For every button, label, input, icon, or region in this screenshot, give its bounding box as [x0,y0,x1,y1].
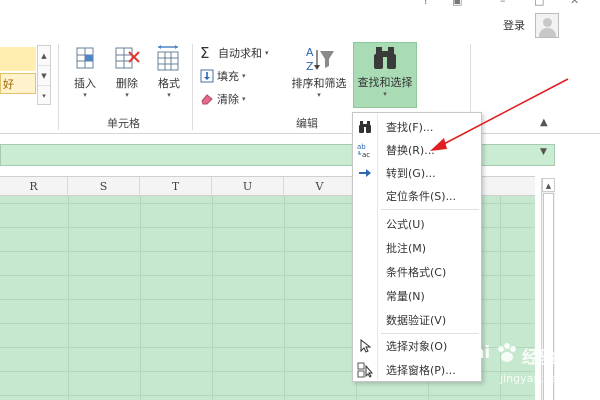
chevron-down-icon: ▾ [125,91,129,99]
svg-text:ac: ac [362,151,370,158]
login-link[interactable]: 登录 [503,17,525,33]
binoculars-icon [353,120,377,134]
menu-item-label: 批注(M) [386,241,427,255]
menu-item-label: 选择窗格(P)... [386,363,456,377]
svg-text:Z: Z [306,60,314,73]
select-objects-icon [353,338,377,353]
column-header-R[interactable]: R [0,177,68,196]
gallery-down-icon[interactable]: ▼ [38,66,50,86]
find-select-button[interactable]: 查找和选择 ▾ [353,42,417,108]
chevron-down-icon: ▾ [265,49,269,57]
menu-separator [381,209,479,210]
paw-icon [498,343,516,362]
chevron-down-icon: ▾ [242,72,246,80]
eraser-icon [201,94,213,105]
menu-item-label: 常量(N) [386,289,425,303]
avatar[interactable] [535,13,559,38]
editing-group-label: 编辑 [296,117,318,130]
fill-label: 填充 [217,70,239,83]
menu-item-comments[interactable]: 批注(M) [353,236,481,259]
sort-filter-icon: A Z [306,46,334,73]
delete-label: 删除 [116,77,138,90]
find-select-menu: 查找(F)... ab ac 替换(R)... 转到(G)... 定位条件(S).… [352,112,482,382]
menu-item-label: 替换(R)... [386,143,435,157]
chevron-down-icon: ▾ [83,91,87,99]
column-header-U[interactable]: U [212,177,284,196]
watermark-brand2: 经验 [522,348,556,368]
insert-button[interactable]: 插入 ▾ [66,44,104,106]
menu-item-label: 查找(F)... [386,120,434,134]
menu-item-conditional-formatting[interactable]: 条件格式(C) [353,260,481,283]
insert-label: 插入 [74,77,96,90]
restore-icon[interactable]: □ [534,0,544,7]
svg-text:ab: ab [357,143,366,151]
scroll-up-icon[interactable]: ▲ [542,178,555,192]
menu-item-label: 定位条件(S)... [386,189,457,203]
delete-button[interactable]: 删除 ▾ [108,44,146,106]
close-icon[interactable]: ✕ [570,0,579,7]
arrow-right-icon [353,167,377,179]
column-header-V[interactable]: V [284,177,356,196]
menu-item-find[interactable]: 查找(F)... [353,115,481,138]
binoculars-icon [374,47,396,69]
menu-item-replace[interactable]: ab ac 替换(R)... [353,138,481,161]
menu-item-label: 转到(G)... [386,166,436,180]
delete-icon [115,47,140,69]
replace-icon: ab ac [353,142,377,158]
title-bar: ? ▣ – □ ✕ 登录 [0,0,600,40]
autosum-button[interactable]: Σ 自动求和 ▾ [200,43,269,63]
format-label: 格式 [158,77,180,90]
selection-pane-icon [353,362,377,378]
cell-style-swatch[interactable] [0,47,36,71]
avatar-head [543,18,552,27]
autosum-label: 自动求和 [218,47,262,60]
sort-filter-button[interactable]: A Z 排序和筛选 ▾ [287,44,351,106]
cell-style-good[interactable]: 好 [0,73,36,94]
cells-group-label: 单元格 [107,117,140,130]
minimize-icon[interactable]: – [500,0,506,7]
expand-formula-bar-icon[interactable]: ▼ [540,147,547,157]
menu-item-goto-special[interactable]: 定位条件(S)... [353,184,481,207]
menu-item-label: 条件格式(C) [386,265,447,279]
watermark-brand: Bai [460,343,491,363]
clear-label: 清除 [217,93,239,106]
baidu-watermark: Bai 经验 jingyan.baidu.com [460,343,600,393]
menu-item-label: 数据验证(V) [386,313,447,327]
find-select-label: 查找和选择 [357,76,413,89]
style-gallery-scroll[interactable]: ▲ ▼ ▾ [37,45,51,105]
collapse-ribbon-icon[interactable]: ▲ [540,117,548,128]
ribbon-display-options-icon[interactable]: ▣ [452,0,462,7]
menu-item-goto[interactable]: 转到(G)... [353,161,481,184]
group-separator [58,44,59,130]
group-separator [192,44,193,130]
chevron-down-icon: ▾ [383,90,387,98]
chevron-down-icon: ▾ [317,91,321,99]
clear-button[interactable]: 清除 ▾ [200,89,246,109]
insert-icon [76,47,94,69]
chevron-down-icon: ▾ [242,95,246,103]
menu-item-formulas[interactable]: 公式(U) [353,212,481,235]
ribbon: 好 ▲ ▼ ▾ 插入 ▾ 删除 ▾ 格式 ▾ 单元格 Σ 自动求和 ▾ 填充 ▾… [0,40,600,134]
menu-item-constants[interactable]: 常量(N) [353,284,481,307]
gallery-up-icon[interactable]: ▲ [38,46,50,66]
menu-item-label: 公式(U) [386,217,425,231]
sigma-icon: Σ [200,44,210,62]
svg-text:A: A [306,46,314,59]
format-icon [157,45,179,71]
watermark-url: jingyan.baidu.com [500,372,600,385]
cell-style-good-label: 好 [3,78,14,91]
sort-filter-label: 排序和筛选 [291,77,347,90]
fill-down-icon [200,69,214,83]
help-icon[interactable]: ? [423,0,429,7]
column-header-T[interactable]: T [140,177,212,196]
menu-item-label: 选择对象(O) [386,339,448,353]
menu-item-data-validation[interactable]: 数据验证(V) [353,308,481,331]
column-header-S[interactable]: S [68,177,140,196]
excel-window: ? ▣ – □ ✕ 登录 好 ▲ ▼ ▾ 插入 ▾ 删除 ▾ 格式 ▾ 单元格 … [0,0,600,400]
avatar-body [539,28,556,37]
chevron-down-icon: ▾ [167,91,171,99]
gallery-more-icon[interactable]: ▾ [38,86,50,106]
fill-button[interactable]: 填充 ▾ [200,66,246,86]
format-button[interactable]: 格式 ▾ [150,44,188,106]
